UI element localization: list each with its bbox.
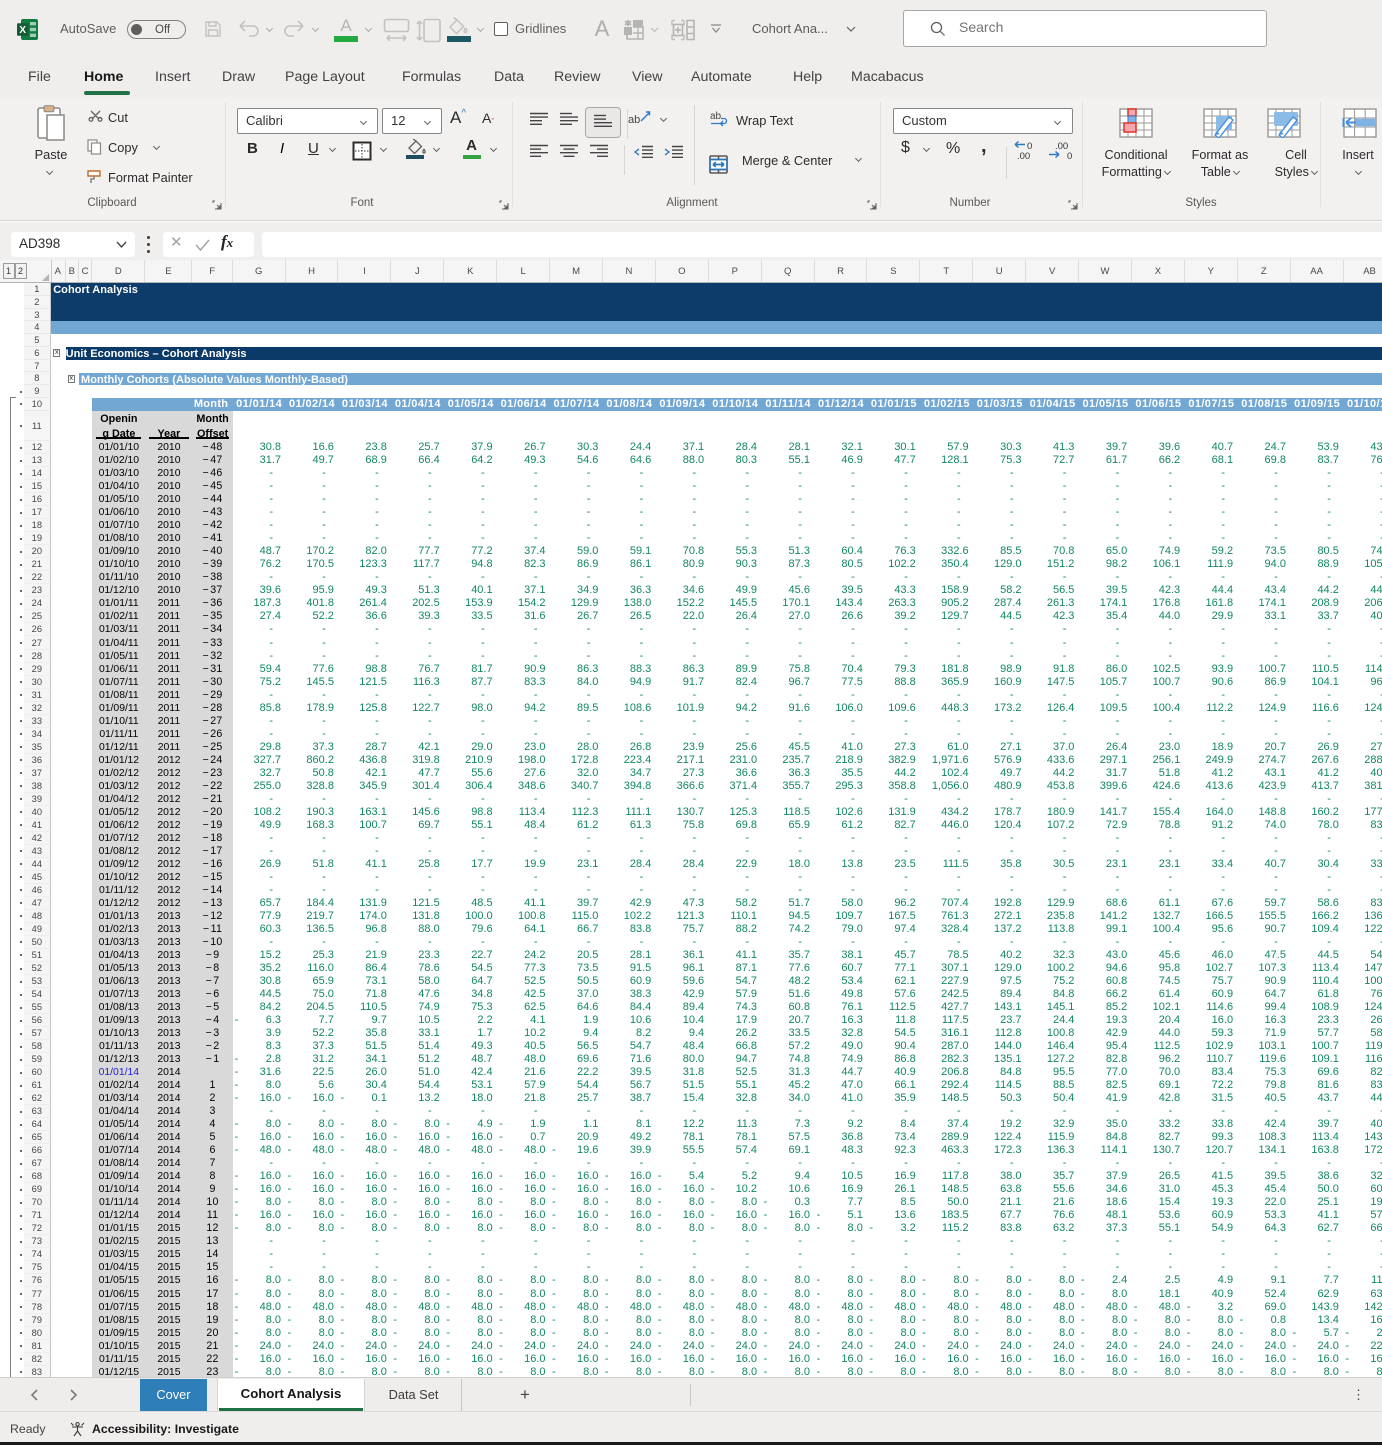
svg-text:X: X [19,25,26,36]
svg-text:ab: ab [628,114,640,126]
svg-text:.00: .00 [1017,151,1030,160]
svg-text:0: 0 [1067,151,1072,160]
svg-text:ab: ab [710,111,722,122]
